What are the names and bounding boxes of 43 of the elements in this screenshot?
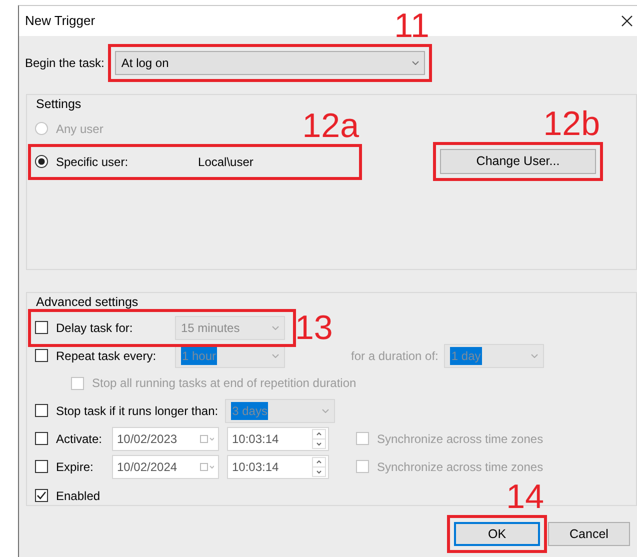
checkbox[interactable]	[35, 460, 48, 474]
step-number: 13	[295, 310, 333, 345]
checkbox[interactable]	[35, 349, 48, 362]
option-label: Specific user:	[56, 154, 128, 171]
date-field[interactable]: 10/02/2024	[112, 454, 219, 479]
checkbox-label: Activate:	[56, 430, 104, 448]
option-label: Any user	[56, 120, 104, 138]
caret-icon	[412, 61, 420, 65]
checkbox[interactable]	[35, 404, 48, 418]
caret-icon	[272, 354, 279, 358]
radio-button[interactable]	[35, 155, 48, 168]
caret-icon	[272, 326, 279, 330]
checkbox[interactable]	[35, 432, 48, 446]
spinner-icon[interactable]	[312, 456, 326, 477]
caret-icon	[531, 354, 538, 358]
step-number: 12a	[302, 108, 359, 143]
user-name: Local\user	[198, 154, 254, 171]
checkbox[interactable]	[35, 489, 48, 502]
time-field[interactable]: 10:03:14	[227, 426, 329, 451]
field-label: Begin the task:	[25, 55, 104, 72]
checkbox-label: Expire:	[56, 458, 94, 476]
date-field[interactable]: 10/02/2023	[112, 426, 219, 451]
step-number: 12b	[543, 107, 600, 142]
window-title: New Trigger	[25, 12, 96, 30]
checkbox-label: Enabled	[56, 488, 100, 505]
ok-button[interactable]: OK	[454, 522, 540, 546]
field-label: for a duration of:	[351, 348, 438, 365]
close-icon[interactable]	[621, 15, 633, 27]
dropdown[interactable]: At log on	[115, 51, 426, 75]
change-user-button[interactable]: Change User...	[440, 149, 596, 174]
time-field[interactable]: 10:03:14	[227, 454, 329, 479]
spinner-icon[interactable]	[312, 428, 326, 449]
checkbox-label: Synchronize across time zones	[377, 430, 544, 448]
checkbox-label: Delay task for:	[56, 320, 134, 337]
checkbox-label: Stop task if it runs longer than:	[56, 402, 218, 420]
cancel-button[interactable]: Cancel	[548, 522, 630, 546]
caret-icon	[322, 408, 330, 413]
step-number: 11	[394, 9, 430, 43]
checkbox-label: Stop all running tasks at end of repetition duration	[92, 375, 356, 392]
checkbox-label: Repeat task every:	[56, 348, 158, 365]
step-number: 14	[506, 480, 544, 514]
checkbox[interactable]	[35, 321, 48, 334]
checkbox-label: Synchronize across time zones	[377, 458, 544, 476]
